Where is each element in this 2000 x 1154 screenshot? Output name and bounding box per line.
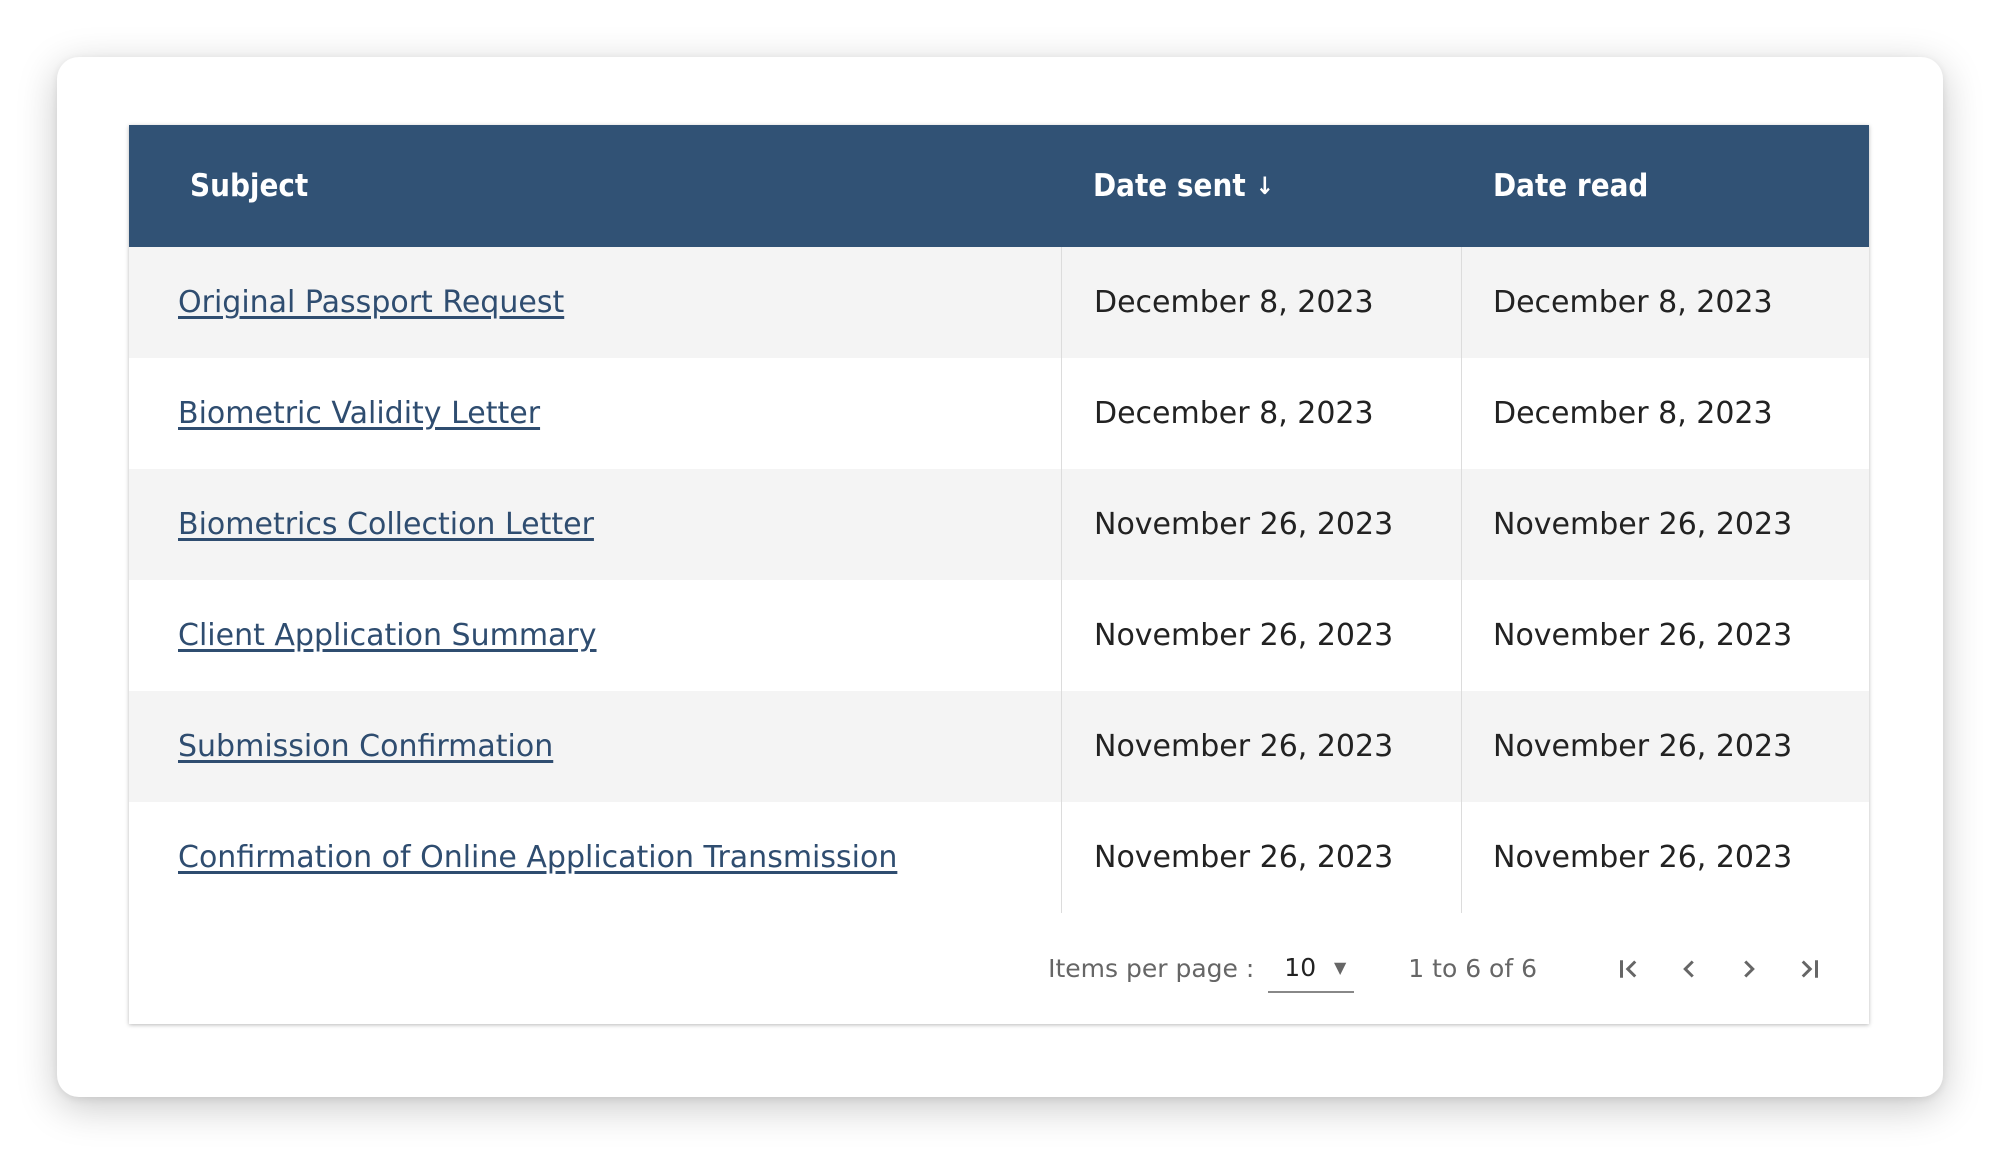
date-sent-cell: November 26, 2023 — [1061, 580, 1462, 691]
dropdown-caret-icon: ▼ — [1333, 958, 1347, 977]
table-header: Subject Date sent ↓ Date read — [129, 125, 1869, 247]
subject-link[interactable]: Biometrics Collection Letter — [178, 507, 594, 542]
previous-page-button[interactable] — [1659, 945, 1719, 993]
table-row: Biometrics Collection Letter November 26… — [129, 469, 1869, 580]
subject-link[interactable]: Confirmation of Online Application Trans… — [178, 840, 897, 875]
messages-table: Subject Date sent ↓ Date read Original Pa… — [129, 125, 1869, 1024]
last-page-button[interactable] — [1779, 945, 1839, 993]
messages-card: Subject Date sent ↓ Date read Original Pa… — [57, 57, 1943, 1097]
items-per-page-value: 10 — [1284, 953, 1317, 982]
date-read-cell: December 8, 2023 — [1493, 396, 1773, 431]
column-header-date-sent[interactable]: Date sent ↓ — [1061, 125, 1462, 247]
items-per-page-label: Items per page : — [1048, 954, 1255, 983]
paginator: Items per page : 10 ▼ 1 to 6 of 6 — [129, 913, 1869, 1024]
items-per-page-select[interactable]: 10 ▼ — [1268, 945, 1355, 993]
date-read-cell: November 26, 2023 — [1493, 507, 1793, 542]
date-read-cell: November 26, 2023 — [1493, 729, 1793, 764]
date-read-cell: November 26, 2023 — [1493, 840, 1793, 875]
next-page-icon — [1744, 959, 1755, 978]
date-sent-cell: November 26, 2023 — [1061, 802, 1462, 913]
subject-link[interactable]: Client Application Summary — [178, 618, 597, 653]
table-row: Original Passport Request December 8, 20… — [129, 247, 1869, 358]
first-page-button[interactable] — [1599, 945, 1659, 993]
subject-link[interactable]: Submission Confirmation — [178, 729, 553, 764]
date-read-cell: December 8, 2023 — [1493, 285, 1773, 320]
sort-descending-icon: ↓ — [1255, 172, 1274, 200]
date-sent-cell: December 8, 2023 — [1061, 358, 1462, 469]
table-row: Client Application Summary November 26, … — [129, 580, 1869, 691]
previous-page-icon — [1683, 959, 1694, 978]
next-page-button[interactable] — [1719, 945, 1779, 993]
subject-link[interactable]: Biometric Validity Letter — [178, 396, 540, 431]
date-sent-cell: November 26, 2023 — [1061, 691, 1462, 802]
table-row: Submission Confirmation November 26, 202… — [129, 691, 1869, 802]
last-page-icon — [1801, 959, 1818, 978]
column-header-date-read[interactable]: Date read — [1462, 125, 1869, 247]
subject-link[interactable]: Original Passport Request — [178, 285, 564, 320]
page-range-label: 1 to 6 of 6 — [1408, 954, 1537, 983]
table-row: Confirmation of Online Application Trans… — [129, 802, 1869, 913]
column-header-subject[interactable]: Subject — [129, 125, 1061, 247]
date-sent-cell: December 8, 2023 — [1061, 247, 1462, 358]
first-page-icon — [1620, 959, 1637, 978]
date-sent-cell: November 26, 2023 — [1061, 469, 1462, 580]
date-read-cell: November 26, 2023 — [1493, 618, 1793, 653]
table-row: Biometric Validity Letter December 8, 20… — [129, 358, 1869, 469]
